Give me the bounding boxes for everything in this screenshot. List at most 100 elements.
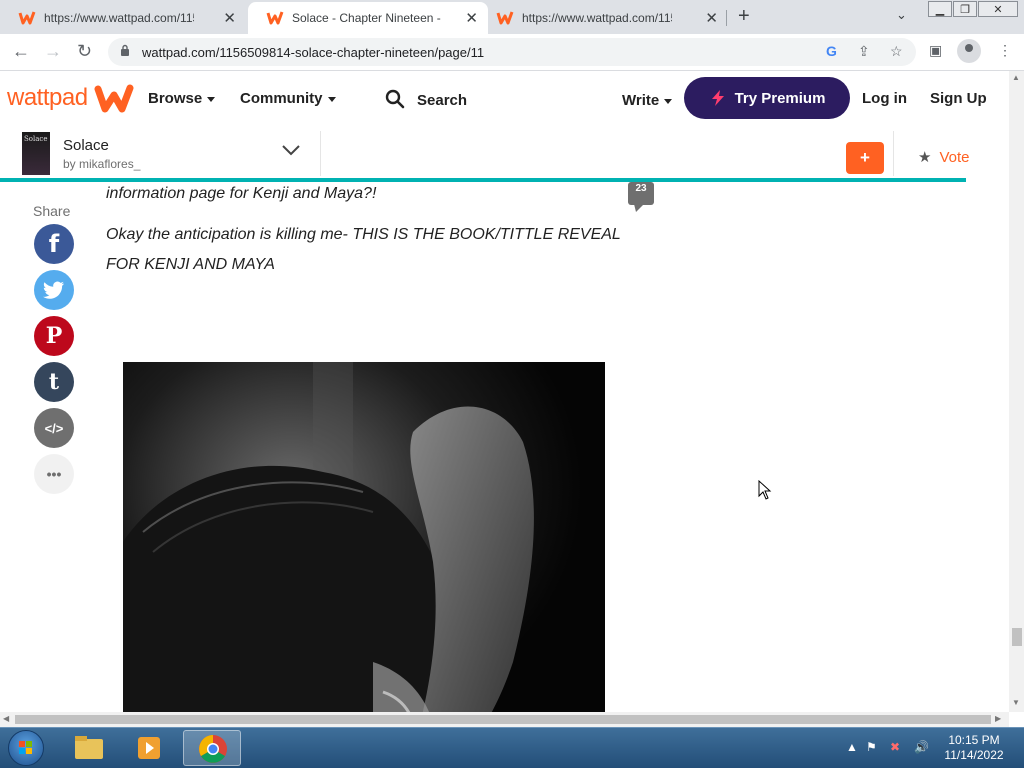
tab-separator <box>726 10 727 26</box>
menu-dots-icon[interactable]: ⋮ <box>998 42 1012 59</box>
pinterest-share-button[interactable]: P <box>34 316 74 356</box>
address-bar[interactable]: wattpad.com/1156509814-solace-chapter-ni… <box>108 38 916 66</box>
story-cover-image[interactable]: Solace <box>22 132 50 175</box>
more-dots-icon: ••• <box>46 466 62 482</box>
close-tab-icon[interactable]: ✕ <box>465 9 478 27</box>
restore-window-icon[interactable]: ❐ <box>953 1 977 17</box>
write-menu[interactable]: Write <box>622 92 673 109</box>
caret-down-icon <box>327 96 336 102</box>
share-label: Share <box>33 203 71 219</box>
twitter-share-button[interactable] <box>34 270 74 310</box>
windows-logo-icon <box>19 741 32 754</box>
facebook-icon: f <box>48 230 60 258</box>
browser-tab-2[interactable]: Solace - Chapter Nineteen - Page ✕ <box>248 2 488 34</box>
page-viewport: wattpad Browse Community Search Write Tr… <box>0 71 1009 712</box>
show-hidden-icons-icon[interactable]: ▲ <box>846 740 858 754</box>
community-label: Community <box>240 90 323 107</box>
chrome-taskbar-button[interactable] <box>183 730 241 766</box>
reload-icon[interactable]: ↻ <box>77 41 92 62</box>
pinterest-icon: P <box>45 323 63 349</box>
story-title[interactable]: Solace <box>63 137 109 154</box>
google-icon[interactable]: G <box>826 43 837 59</box>
browser-toolbar: ← → ↻ wattpad.com/1156509814-solace-chap… <box>0 34 1024 71</box>
try-premium-button[interactable]: Try Premium <box>684 77 850 119</box>
lightning-bolt-icon <box>711 90 724 106</box>
close-window-icon[interactable]: ✕ <box>978 1 1018 17</box>
search-icon[interactable] <box>385 89 405 109</box>
profile-avatar-icon[interactable] <box>957 39 981 63</box>
volume-icon[interactable]: 🔊 <box>914 740 929 754</box>
file-explorer-taskbar-button[interactable] <box>60 730 118 766</box>
vote-button[interactable]: ★ Vote <box>918 148 969 166</box>
close-tab-icon[interactable]: ✕ <box>223 9 236 27</box>
inline-comment-button[interactable]: 23 <box>628 182 654 205</box>
chevron-down-icon[interactable] <box>280 139 302 161</box>
comment-bubble-tail-icon <box>634 204 644 212</box>
back-arrow-icon[interactable]: ← <box>12 41 30 62</box>
scroll-down-arrow-icon[interactable]: ▼ <box>1012 698 1020 707</box>
minimize-window-icon[interactable]: ▁ <box>928 1 952 17</box>
side-panel-icon[interactable]: ▣ <box>929 42 942 59</box>
browser-tab-strip: https://www.wattpad.com/11565 ✕ Solace -… <box>0 0 1024 34</box>
start-button-icon[interactable] <box>8 730 44 766</box>
new-tab-plus-icon[interactable]: + <box>738 5 750 28</box>
scroll-right-arrow-icon[interactable]: ▶ <box>995 714 1001 723</box>
scroll-left-arrow-icon[interactable]: ◀ <box>3 714 9 723</box>
clock-date: 11/14/2022 <box>944 748 1004 762</box>
vote-label: Vote <box>939 149 970 166</box>
bookmark-star-icon[interactable]: ☆ <box>890 43 903 60</box>
share-page-icon[interactable]: ⇪ <box>858 43 870 60</box>
star-icon: ★ <box>918 149 932 166</box>
caret-down-icon <box>207 96 216 102</box>
clock-time: 10:15 PM <box>948 733 1000 747</box>
lock-icon <box>121 44 129 56</box>
add-to-list-button[interactable]: + <box>846 142 884 174</box>
tab-search-chevron-icon[interactable]: ⌄ <box>896 7 907 23</box>
comment-count: 23 <box>635 183 647 194</box>
tumblr-share-button[interactable]: t <box>34 362 74 402</box>
system-clock[interactable]: 10:15 PM 11/14/2022 <box>940 733 1008 763</box>
monochrome-photo-image <box>123 362 605 712</box>
embed-share-button[interactable]: </> <box>34 408 74 448</box>
action-center-icon[interactable]: ⚑ <box>866 740 877 754</box>
signup-link[interactable]: Sign Up <box>930 90 987 107</box>
wattpad-logo-text[interactable]: wattpad <box>7 84 88 112</box>
divider <box>893 131 894 176</box>
forward-arrow-icon[interactable]: → <box>44 41 62 62</box>
browser-tab-title: https://www.wattpad.com/11565 <box>44 11 194 25</box>
horizontal-scroll-thumb[interactable] <box>15 715 991 724</box>
more-share-button[interactable]: ••• <box>34 454 74 494</box>
network-error-icon[interactable]: ✖ <box>890 740 900 754</box>
folder-icon <box>75 736 103 759</box>
browser-tab-1[interactable]: https://www.wattpad.com/11565 ✕ <box>0 2 246 34</box>
book-reveal-image <box>123 362 605 712</box>
cover-title-text: Solace <box>24 135 48 143</box>
wattpad-favicon-icon <box>266 11 284 25</box>
close-tab-icon[interactable]: ✕ <box>705 9 718 27</box>
facebook-share-button[interactable]: f <box>34 224 74 264</box>
story-author[interactable]: by mikaflores_ <box>63 157 140 171</box>
search-button[interactable]: Search <box>417 92 467 109</box>
chrome-icon <box>199 735 227 763</box>
browse-label: Browse <box>148 90 203 107</box>
browser-tab-3[interactable]: https://www.wattpad.com/11565 ✕ <box>478 2 728 34</box>
browse-menu[interactable]: Browse <box>148 90 216 107</box>
address-url-text: wattpad.com/1156509814-solace-chapter-ni… <box>142 45 485 60</box>
vertical-scrollbar[interactable]: ▲ ▼ <box>1009 71 1024 712</box>
media-player-taskbar-button[interactable] <box>121 730 179 766</box>
browser-tab-title: https://www.wattpad.com/11565 <box>522 11 672 25</box>
try-premium-label: Try Premium <box>734 89 826 107</box>
twitter-bird-icon <box>43 281 65 299</box>
paragraph-text: Okay the anticipation is killing me- THI… <box>106 226 621 243</box>
horizontal-scrollbar[interactable]: ◀ ▶ <box>0 712 1009 727</box>
paragraph-text: FOR KENJI AND MAYA <box>106 256 275 273</box>
tumblr-icon: t <box>48 369 60 395</box>
media-player-icon <box>138 737 160 759</box>
scroll-up-arrow-icon[interactable]: ▲ <box>1012 73 1020 82</box>
vertical-scroll-thumb[interactable] <box>1012 628 1022 646</box>
login-link[interactable]: Log in <box>862 90 907 107</box>
wattpad-logo-icon[interactable] <box>94 83 134 115</box>
community-menu[interactable]: Community <box>240 90 336 107</box>
site-header: wattpad Browse Community Search Write Tr… <box>0 71 1009 127</box>
wattpad-favicon-icon <box>18 11 36 25</box>
